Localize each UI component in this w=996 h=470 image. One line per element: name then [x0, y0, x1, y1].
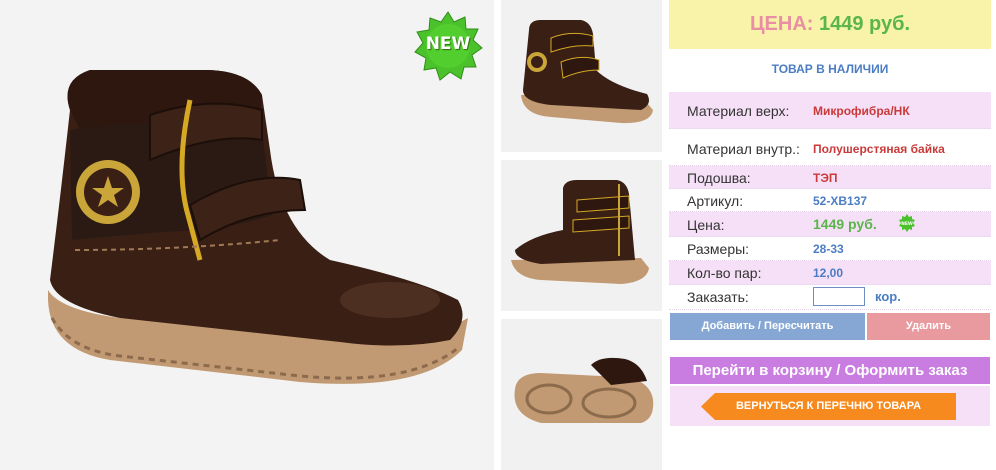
spec-key: Артикул: — [687, 193, 744, 209]
spec-value: 1449 руб. — [813, 216, 877, 232]
stock-status: ТОВАР В НАЛИЧИИ — [771, 62, 889, 76]
new-badge: NEW — [412, 10, 484, 82]
back-button-container: ВЕРНУТЬСЯ К ПЕРЕЧНЮ ТОВАРА — [670, 386, 990, 426]
spec-row-article: Артикул: 52-XB137 — [669, 189, 991, 212]
spec-key: Материал внутр.: — [687, 141, 800, 157]
price-value: 1449 руб. — [819, 13, 911, 35]
add-recalculate-button[interactable]: Добавить / Пересчитать — [670, 313, 865, 340]
back-to-list-label: ВЕРНУТЬСЯ К ПЕРЕЧНЮ ТОВАРА — [735, 400, 922, 412]
thumbnail-2[interactable] — [501, 160, 662, 311]
spec-key: Размеры: — [687, 241, 750, 257]
product-info-panel: ЦЕНА: 1449 руб. ТОВАР В НАЛИЧИИ Материал… — [669, 0, 991, 470]
boot-back-illustration — [511, 180, 649, 284]
new-mini-icon: NEW — [899, 214, 915, 232]
spec-value: 28-33 — [813, 242, 844, 256]
spec-key: Цена: — [687, 217, 725, 233]
spec-value: Полушерстяная байка — [813, 142, 945, 156]
spec-row-pairs: Кол-во пар: 12,00 — [669, 261, 991, 285]
price-label: ЦЕНА: — [749, 13, 814, 35]
spec-row-material-top: Материал верх: Микрофибра/НК — [669, 92, 991, 129]
order-row: Заказать: кор. — [669, 285, 991, 310]
quantity-input[interactable] — [813, 287, 865, 306]
spec-row-sizes: Размеры: 28-33 — [669, 237, 991, 261]
spec-key: Подошва: — [687, 170, 751, 186]
spec-row-sole: Подошва: ТЭП — [669, 166, 991, 189]
order-label: Заказать: — [687, 289, 749, 305]
price-header: ЦЕНА: 1449 руб. — [669, 0, 991, 49]
spec-value: 12,00 — [813, 266, 844, 280]
go-to-cart-button[interactable]: Перейти в корзину / Оформить заказ — [670, 357, 990, 384]
spec-key: Кол-во пар: — [687, 265, 762, 281]
spec-value: 52-XB137 — [813, 194, 868, 208]
spec-row-price: Цена: 1449 руб. NEW — [669, 212, 991, 237]
back-to-list-button[interactable]: ВЕРНУТЬСЯ К ПЕРЕЧНЮ ТОВАРА — [701, 393, 956, 420]
delete-button[interactable]: Удалить — [867, 313, 990, 340]
spec-row-material-inner: Материал внутр.: Полушерстяная байка — [669, 129, 991, 166]
thumbnail-3[interactable] — [501, 319, 662, 470]
main-product-image[interactable]: NEW — [0, 0, 494, 470]
quantity-unit: кор. — [875, 289, 901, 304]
new-badge-label: NEW — [425, 34, 471, 54]
thumbnail-1[interactable] — [501, 0, 662, 152]
boot-side-illustration — [521, 20, 653, 124]
boot-sole-illustration — [514, 357, 654, 423]
spec-key: Материал верх: — [687, 103, 790, 119]
spec-value: Микрофибра/НК — [813, 104, 910, 118]
svg-text:NEW: NEW — [901, 221, 913, 227]
spec-value: ТЭП — [813, 171, 838, 185]
